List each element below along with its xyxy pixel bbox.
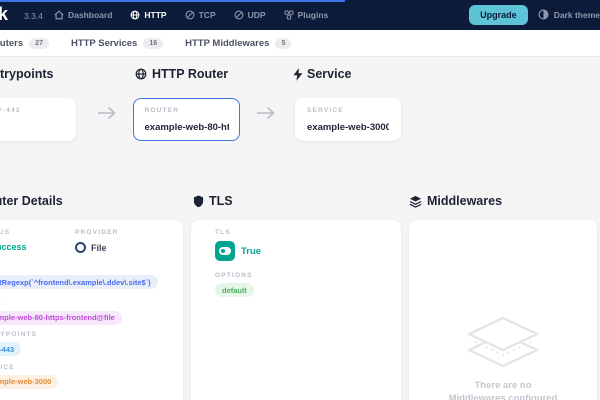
router-card-value: example-web-80-https... — [144, 121, 229, 133]
flow-arrow-icon — [97, 105, 117, 126]
options-label: OPTIONS — [215, 272, 253, 279]
entrypoint-card-label: HTTP-443 — [0, 107, 21, 114]
tls-heading: TLS — [193, 194, 233, 208]
provider-group: PROVIDER File — [75, 229, 119, 253]
nav-item-plugins[interactable]: Plugins — [284, 10, 329, 20]
options-badge: default — [215, 283, 254, 297]
service-card[interactable]: SERVICE example-web-3000 — [295, 98, 401, 141]
nav-item-dashboard[interactable]: Dashboard — [54, 10, 112, 20]
middlewares-card: There are no Middlewares configured — [409, 220, 597, 400]
tls-toggle-row: True — [215, 241, 377, 261]
status-value: Success — [0, 242, 27, 252]
top-navbar: traefik 3.3.4 Dashboard HTTP TCP UDP — [0, 0, 600, 30]
provider-value: File — [75, 242, 119, 253]
nav-item-tcp[interactable]: TCP — [185, 10, 216, 20]
bolt-icon — [293, 67, 303, 81]
tls-label: TLS — [215, 229, 231, 236]
empty-message: There are no Middlewares configured — [448, 380, 558, 400]
entrypoints-label: ENTRYPOINTS — [0, 331, 38, 338]
status-provider-row: STATUS Success PROVIDER File — [0, 229, 159, 253]
nav-item-label: Plugins — [297, 10, 329, 20]
file-provider-icon — [75, 242, 86, 253]
page: traefik 3.3.4 Dashboard HTTP TCP UDP — [0, 0, 600, 400]
navbar-right: Upgrade Dark theme — [469, 0, 600, 30]
tab-http-routers[interactable]: HTTP Routers 27 — [0, 37, 49, 49]
count-badge: 16 — [143, 37, 164, 49]
options-group: OPTIONS default — [215, 272, 377, 298]
layers-empty-icon — [467, 316, 539, 368]
section-title: Service — [307, 67, 352, 81]
version-label: 3.3.4 — [24, 11, 43, 21]
name-group: NAME example-web-80-https-frontend@file — [0, 300, 159, 326]
home-icon — [54, 10, 64, 20]
count-badge: 5 — [275, 37, 292, 49]
name-label: NAME — [0, 300, 159, 307]
layers-icon — [409, 195, 422, 208]
rule-badge: HostRegexp(`^frontend\.example\.ddev\.si… — [0, 275, 158, 289]
status-group: STATUS Success — [0, 229, 75, 253]
service-group: SERVICE example-web-3000 — [0, 364, 159, 390]
globe-icon — [135, 68, 147, 80]
entrypoints-group: ENTRYPOINTS http-443 — [0, 331, 159, 357]
entrypoint-badge: http-443 — [0, 342, 22, 356]
section-title: Entrypoints — [0, 67, 54, 81]
tab-http-middlewares[interactable]: HTTP Middlewares 5 — [185, 37, 292, 49]
provider-label: PROVIDER — [75, 229, 119, 236]
tab-http-services[interactable]: HTTP Services 16 — [70, 37, 164, 49]
nav-item-udp[interactable]: UDP — [234, 10, 266, 20]
tls-card: TLS True OPTIONS default — [191, 220, 401, 400]
upgrade-button[interactable]: Upgrade — [469, 5, 528, 25]
traefik-dashboard: traefik 3.3.4 Dashboard HTTP TCP UDP — [0, 0, 600, 400]
router-name-badge: example-web-80-https-frontend@file — [0, 310, 122, 325]
middlewares-empty-state: There are no Middlewares configured — [409, 316, 597, 400]
theme-label: Dark theme — [553, 10, 600, 20]
section-title: Router Details — [0, 194, 63, 208]
count-badge: 27 — [29, 37, 49, 49]
plugins-icon — [284, 10, 294, 20]
circle-slash-icon — [234, 10, 244, 20]
service-card-label: SERVICE — [307, 107, 344, 114]
nav-item-label: UDP — [247, 10, 266, 20]
entrypoint-card-value: :443 — [0, 122, 64, 133]
entrypoints-heading: Entrypoints — [0, 67, 53, 81]
nav-item-label: Dashboard — [68, 10, 113, 20]
section-title: TLS — [209, 194, 233, 208]
http-router-heading: HTTP Router — [135, 67, 228, 81]
service-heading: Service — [293, 67, 351, 81]
contrast-icon — [538, 9, 549, 22]
service-card-value: example-web-3000 — [307, 122, 389, 133]
main-nav: Dashboard HTTP TCP UDP Plugins — [54, 0, 328, 30]
theme-toggle[interactable]: Dark theme — [538, 9, 600, 22]
toggle-knob-icon — [219, 247, 231, 255]
nav-item-http[interactable]: HTTP — [130, 10, 167, 20]
circle-slash-icon — [185, 10, 195, 20]
rule-label: RULE — [0, 264, 159, 271]
traefik-logo: traefik — [0, 4, 9, 24]
router-details-heading: Router Details — [0, 194, 63, 208]
nav-item-label: TCP — [198, 10, 216, 20]
globe-icon — [130, 10, 140, 20]
loading-progress-bar — [0, 0, 345, 2]
tab-label: HTTP Services — [70, 37, 138, 49]
http-tabs: HTTP Routers 27 HTTP Services 16 HTTP Mi… — [0, 30, 600, 57]
router-card-label: ROUTER — [144, 106, 180, 114]
router-card[interactable]: ROUTER example-web-80-https... — [133, 98, 240, 141]
nav-item-label: HTTP — [144, 10, 167, 20]
rule-group: RULE HostRegexp(`^frontend\.example\.dde… — [0, 264, 159, 290]
tls-value: True — [241, 245, 262, 257]
tab-label: HTTP Routers — [0, 37, 24, 49]
middlewares-heading: Middlewares — [409, 194, 502, 208]
flow-arrow-icon — [256, 105, 276, 126]
tls-toggle[interactable] — [215, 241, 235, 261]
service-badge: example-web-3000 — [0, 374, 59, 389]
entrypoint-card[interactable]: HTTP-443 :443 — [0, 98, 76, 141]
section-title: HTTP Router — [152, 67, 229, 81]
shield-icon — [193, 195, 204, 208]
tab-label: HTTP Middlewares — [185, 37, 270, 49]
status-label: STATUS — [0, 229, 11, 236]
section-title: Middlewares — [427, 194, 503, 208]
service-label: SERVICE — [0, 363, 15, 371]
router-details-card: STATUS Success PROVIDER File RULE HostR — [0, 220, 183, 400]
